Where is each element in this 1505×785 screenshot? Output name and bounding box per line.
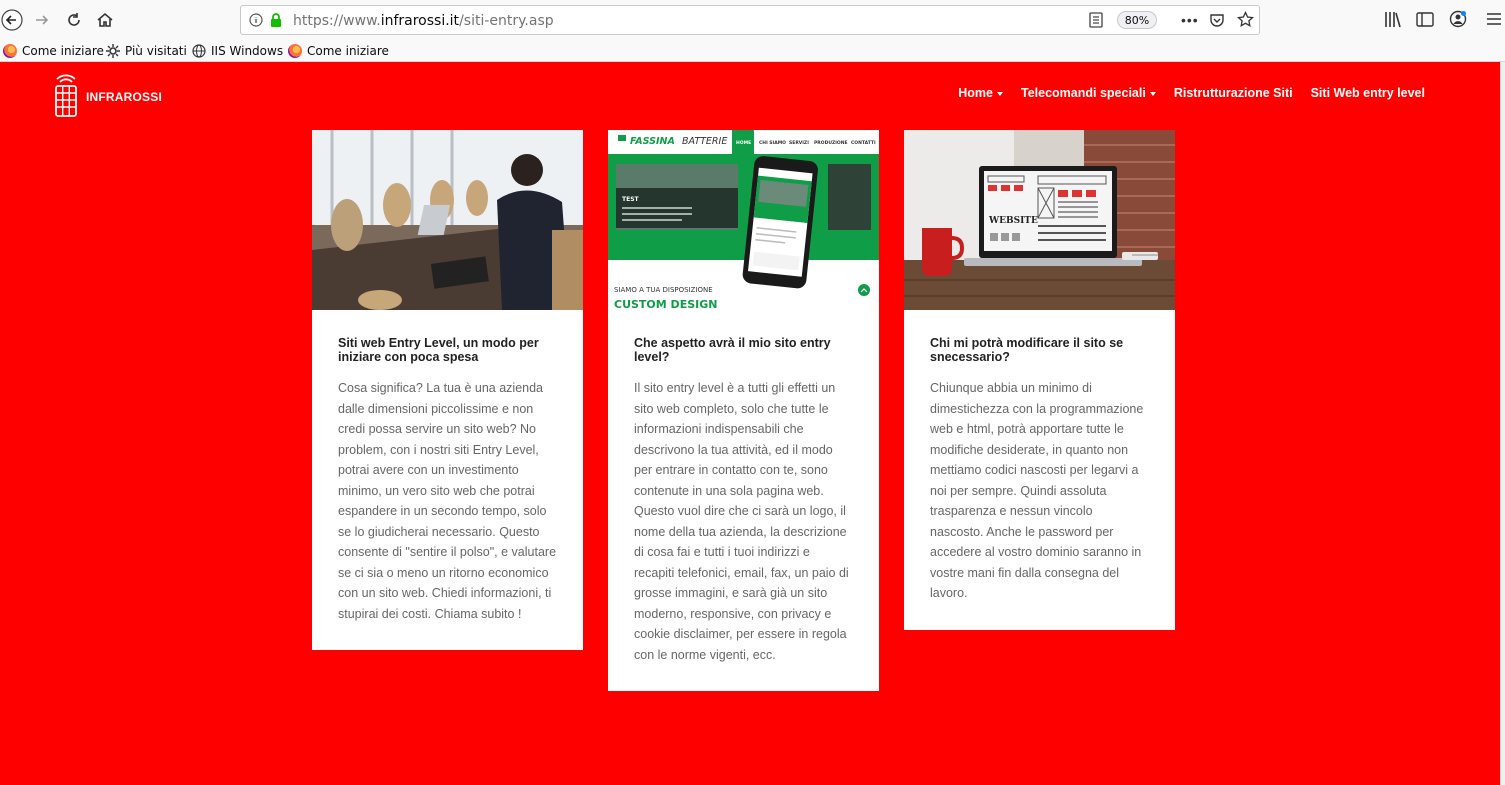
zoom-level-badge[interactable]: 80% bbox=[1117, 11, 1157, 29]
gear-icon bbox=[106, 44, 120, 58]
browser-toolbar: https://www.infrarossi.it/siti-entry.asp… bbox=[0, 0, 1505, 40]
mockup-headline: CUSTOM DESIGN bbox=[614, 298, 717, 310]
card-site-changes: WEBSITE Chi mi potrà modificare il sito … bbox=[904, 130, 1175, 630]
bookmark-label: Più visitati bbox=[125, 44, 187, 58]
screen-word: WEBSITE bbox=[988, 216, 1038, 226]
mockup-brand-b: BATTERIE bbox=[682, 136, 727, 147]
card-text: Cosa significa? La tua è una azienda dal… bbox=[338, 381, 557, 621]
main-menu: Home Telecomandi speciali Ristrutturazio… bbox=[958, 86, 1425, 100]
firefox-icon bbox=[3, 44, 17, 58]
mockup-nav-chi-siamo: CHI SIAMO bbox=[759, 140, 786, 146]
bookmark-label: Come iniziare bbox=[307, 44, 389, 58]
page-actions-icon[interactable]: ••• bbox=[1181, 12, 1199, 28]
menu-icon[interactable] bbox=[1486, 12, 1502, 31]
sidebar-icon[interactable] bbox=[1416, 11, 1434, 33]
url-text[interactable]: https://www.infrarossi.it/siti-entry.asp bbox=[293, 13, 554, 29]
bookmark-star-icon[interactable] bbox=[1237, 10, 1254, 33]
account-icon[interactable] bbox=[1449, 10, 1467, 33]
office-photo bbox=[312, 130, 583, 310]
web-page: INFRAROSSI Home Telecomandi speciali Ris… bbox=[0, 62, 1500, 785]
url-prefix: https://www. bbox=[293, 13, 381, 29]
menu-label: Telecomandi speciali bbox=[1021, 86, 1146, 100]
mockup-brand-a: FASSINA bbox=[630, 136, 675, 147]
site-logo[interactable]: INFRAROSSI bbox=[52, 70, 162, 123]
mockup-nav-home: HOME bbox=[736, 140, 751, 146]
fassina-mockup: FASSINA BATTERIE HOME CHI SIAMO SERVIZI … bbox=[608, 130, 879, 310]
card-text: Chiunque abbia un minimo di dimestichezz… bbox=[930, 381, 1144, 600]
remote-control-icon bbox=[52, 70, 80, 123]
url-bar[interactable]: https://www.infrarossi.it/siti-entry.asp… bbox=[240, 5, 1260, 35]
mockup-nav-contatti: CONTATTI bbox=[851, 140, 876, 146]
page-scrollbar[interactable] bbox=[1500, 62, 1505, 785]
mockup-nav-servizi: SERVIZI bbox=[789, 140, 809, 146]
menu-label: Siti Web entry level bbox=[1310, 86, 1425, 100]
menu-item-home[interactable]: Home bbox=[958, 86, 1003, 100]
bookmark-label: IIS Windows bbox=[211, 44, 284, 58]
pocket-icon[interactable] bbox=[1209, 12, 1225, 33]
card-site-appearance: FASSINA BATTERIE HOME CHI SIAMO SERVIZI … bbox=[608, 130, 879, 691]
bookmark-item[interactable]: Come iniziare bbox=[3, 42, 104, 60]
laptop-website-photo: WEBSITE bbox=[904, 130, 1175, 310]
globe-icon bbox=[192, 44, 206, 58]
mockup-nav-produzione: PRODUZIONE bbox=[814, 140, 848, 146]
card-text: Il sito entry level è a tutti gli effett… bbox=[634, 381, 849, 662]
chevron-down-icon bbox=[1149, 91, 1156, 96]
mockup-tagline: SIAMO A TUA DISPOSIZIONE bbox=[614, 286, 713, 294]
url-domain: infrarossi.it bbox=[380, 13, 460, 29]
back-icon[interactable] bbox=[0, 8, 24, 32]
card-title: Che aspetto avrà il mio sito entry level… bbox=[634, 336, 831, 364]
menu-label: Ristrutturazione Siti bbox=[1173, 86, 1293, 100]
menu-item-ristrutturazione[interactable]: Ristrutturazione Siti bbox=[1174, 86, 1293, 100]
mockup-test-label: TEST bbox=[622, 196, 640, 203]
lock-icon bbox=[269, 12, 283, 33]
forward-icon[interactable] bbox=[30, 8, 54, 32]
menu-item-telecomandi[interactable]: Telecomandi speciali bbox=[1021, 86, 1156, 100]
reader-view-icon[interactable] bbox=[1089, 12, 1103, 33]
bookmarks-toolbar: Come iniziare Più visitati IIS Windows C… bbox=[0, 40, 1505, 62]
menu-label: Home bbox=[958, 86, 993, 100]
bookmark-label: Come iniziare bbox=[22, 44, 104, 58]
card-title: Siti web Entry Level, un modo per inizia… bbox=[338, 336, 539, 364]
menu-item-entry-level[interactable]: Siti Web entry level bbox=[1311, 86, 1425, 100]
library-icon[interactable] bbox=[1384, 11, 1402, 33]
bookmark-item[interactable]: Come iniziare bbox=[288, 42, 389, 60]
card-entry-level: Siti web Entry Level, un modo per inizia… bbox=[312, 130, 583, 650]
bookmark-item[interactable]: Più visitati bbox=[106, 42, 187, 60]
url-path: /siti-entry.asp bbox=[459, 13, 554, 29]
reload-icon[interactable] bbox=[62, 8, 86, 32]
bookmark-item[interactable]: IIS Windows bbox=[192, 42, 283, 60]
card-title: Chi mi potrà modificare il sito se snece… bbox=[930, 336, 1124, 364]
firefox-icon bbox=[288, 44, 302, 58]
home-icon[interactable] bbox=[93, 8, 117, 32]
info-icon[interactable] bbox=[249, 13, 263, 32]
chevron-down-icon bbox=[997, 91, 1003, 96]
logo-text: INFRAROSSI bbox=[86, 89, 163, 104]
